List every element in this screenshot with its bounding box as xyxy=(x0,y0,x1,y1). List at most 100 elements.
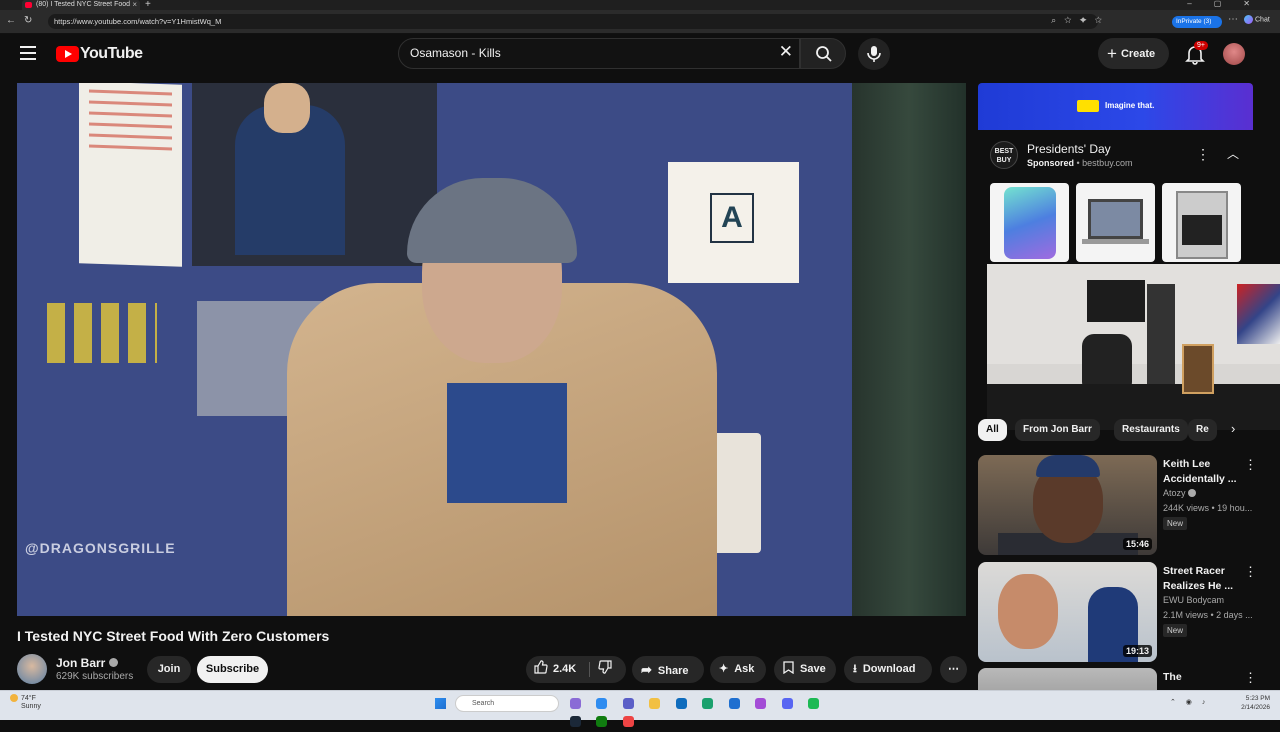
truck-menu-board xyxy=(79,83,182,267)
video-menu-icon[interactable]: ⋮ xyxy=(1244,564,1257,580)
chip-all[interactable]: All xyxy=(978,419,1007,441)
more-actions-icon[interactable]: ⋯ xyxy=(940,656,967,683)
video-thumbnail[interactable]: 15:46 xyxy=(978,455,1157,555)
app-icon[interactable] xyxy=(622,716,634,727)
system-clock[interactable]: 5:23 PM 2/14/2026 xyxy=(1241,694,1270,712)
sparkle-icon: ✦ xyxy=(719,663,729,675)
edge-icon[interactable] xyxy=(702,698,714,709)
ad-product-laptop[interactable] xyxy=(1076,183,1155,262)
chevron-right-icon[interactable]: › xyxy=(1231,421,1235,436)
search-button[interactable] xyxy=(800,38,846,69)
save-button[interactable]: Save xyxy=(774,656,836,683)
like-button[interactable]: 2.4K xyxy=(534,656,576,683)
steam-icon[interactable] xyxy=(570,716,581,727)
ad-title[interactable]: Presidents' Day xyxy=(1027,142,1111,156)
best-buy-tag-icon xyxy=(1077,100,1099,112)
webcam-overlay xyxy=(987,264,1280,430)
video-title: I Tested NYC Street Food With Zero Custo… xyxy=(17,628,330,644)
search-icon xyxy=(816,46,832,62)
recommended-title[interactable]: The xyxy=(1163,670,1248,685)
sauce-bottles xyxy=(47,303,157,363)
spotify-icon[interactable] xyxy=(808,698,820,709)
app-icon[interactable] xyxy=(570,698,581,709)
ad-banner[interactable]: Imagine that. xyxy=(978,83,1253,130)
recommended-channel[interactable]: Atozy xyxy=(1163,488,1197,498)
browser-tab[interactable]: (80) I Tested NYC Street Food × xyxy=(22,0,140,10)
video-thumbnail[interactable]: 19:13 xyxy=(978,562,1157,662)
video-menu-icon[interactable]: ⋮ xyxy=(1244,457,1257,473)
system-tray-icons[interactable]: ⌃ ◉ ♪ xyxy=(1170,698,1209,706)
verified-icon xyxy=(109,658,119,667)
browser-menu-icon[interactable]: ⋯ xyxy=(1228,14,1238,25)
garland xyxy=(852,83,966,616)
new-tab-icon[interactable]: + xyxy=(145,0,151,10)
tab-title: (80) I Tested NYC Street Food xyxy=(36,1,131,8)
youtube-logo[interactable]: YouTube xyxy=(56,45,143,63)
channel-name[interactable]: Jon Barr xyxy=(56,656,119,670)
video-thumbnail[interactable] xyxy=(978,668,1157,690)
taskbar: 74°F Sunny Search ⌃ ◉ ♪ 5:23 PM 2/14/2026 xyxy=(0,690,1280,727)
recommended-title[interactable]: Keith Lee Accidentally ... xyxy=(1163,457,1248,487)
app-icon[interactable] xyxy=(728,698,740,709)
ad-more-icon[interactable]: ⋮ xyxy=(1196,146,1210,163)
refresh-icon[interactable]: ↻ xyxy=(24,15,32,26)
collapse-chevron-icon[interactable]: ︿ xyxy=(1227,145,1239,162)
ad-product-phone[interactable] xyxy=(990,183,1069,262)
window-controls[interactable]: –▢✕ xyxy=(1187,0,1272,8)
recommended-views: 2.1M views • 2 days ... xyxy=(1163,610,1253,620)
url-field[interactable]: https://www.youtube.com/watch?v=Y1HmistW… xyxy=(48,14,1098,29)
share-icon: ➦ xyxy=(641,662,652,677)
plus-icon: + xyxy=(1107,44,1117,63)
weather-widget[interactable]: 74°F Sunny xyxy=(10,694,41,711)
subscribe-button[interactable]: Subscribe xyxy=(197,656,268,683)
chip-restaurants[interactable]: Restaurants xyxy=(1114,419,1188,441)
app-icon[interactable] xyxy=(596,698,608,709)
app-icon[interactable] xyxy=(596,716,608,727)
filter-chips: All From Jon Barr Restaurants Re xyxy=(978,419,1248,441)
download-button[interactable]: ⭳ Download xyxy=(844,656,932,683)
inprivate-badge[interactable]: InPrivate (3) xyxy=(1172,16,1222,28)
recommended-title[interactable]: Street Racer Realizes He ... xyxy=(1163,564,1248,594)
recommended-video[interactable]: The ⋮ xyxy=(978,668,1268,690)
app-icon[interactable] xyxy=(675,698,687,709)
truck-worker-head xyxy=(264,83,310,133)
discord-icon[interactable] xyxy=(781,698,793,709)
voice-search-button[interactable] xyxy=(858,38,890,70)
bookmark-icon xyxy=(783,661,794,675)
browser-tab-bar: (80) I Tested NYC Street Food × + –▢✕ xyxy=(0,0,1280,10)
new-badge: New xyxy=(1163,517,1188,530)
clear-search-icon[interactable]: ✕ xyxy=(779,42,793,62)
app-icon[interactable] xyxy=(755,698,767,709)
ad-product-range[interactable] xyxy=(1162,183,1241,262)
windows-start-icon[interactable] xyxy=(435,698,446,709)
video-menu-icon[interactable]: ⋮ xyxy=(1244,670,1257,686)
address-bar-icons[interactable]: ⌕☆✦☆ xyxy=(1051,15,1110,26)
ask-button[interactable]: ✦ Ask xyxy=(710,656,766,683)
account-avatar[interactable] xyxy=(1223,43,1245,65)
channel-avatar[interactable] xyxy=(17,654,47,684)
thumbs-down-icon xyxy=(598,660,612,674)
back-icon[interactable]: ← xyxy=(6,15,16,26)
app-icon[interactable] xyxy=(622,698,634,709)
taskbar-search-input[interactable]: Search xyxy=(455,695,559,712)
video-player[interactable]: A @DRAGONSGRILLE xyxy=(17,83,966,616)
copilot-chat-button[interactable]: Chat xyxy=(1244,15,1270,24)
share-button[interactable]: ➦ Share xyxy=(632,656,704,683)
search-input[interactable]: Osamason - Kills ✕ xyxy=(398,38,800,69)
new-badge: New xyxy=(1163,624,1188,637)
create-button[interactable]: + Create xyxy=(1098,38,1169,69)
join-button[interactable]: Join xyxy=(147,656,191,683)
recommended-channel[interactable]: EWU Bodycam xyxy=(1163,595,1224,605)
folder-icon[interactable] xyxy=(649,698,661,709)
recommended-video[interactable]: 19:13 Street Racer Realizes He ... EWU B… xyxy=(978,562,1268,662)
menu-icon[interactable] xyxy=(20,46,36,60)
close-tab-icon[interactable]: × xyxy=(132,0,137,10)
ad-sponsor-line: Sponsored • bestbuy.com xyxy=(1027,158,1133,168)
chip-more[interactable]: Re xyxy=(1188,419,1217,441)
advertiser-logo[interactable]: BEST BUY xyxy=(990,141,1018,169)
chip-from-channel[interactable]: From Jon Barr xyxy=(1015,419,1100,441)
subscriber-count: 629K subscribers xyxy=(56,671,134,682)
recommended-video[interactable]: 15:46 Keith Lee Accidentally ... Atozy 2… xyxy=(978,455,1268,555)
address-bar-row: ← ↻ https://www.youtube.com/watch?v=Y1Hm… xyxy=(0,10,1280,34)
dislike-button[interactable] xyxy=(598,656,612,683)
